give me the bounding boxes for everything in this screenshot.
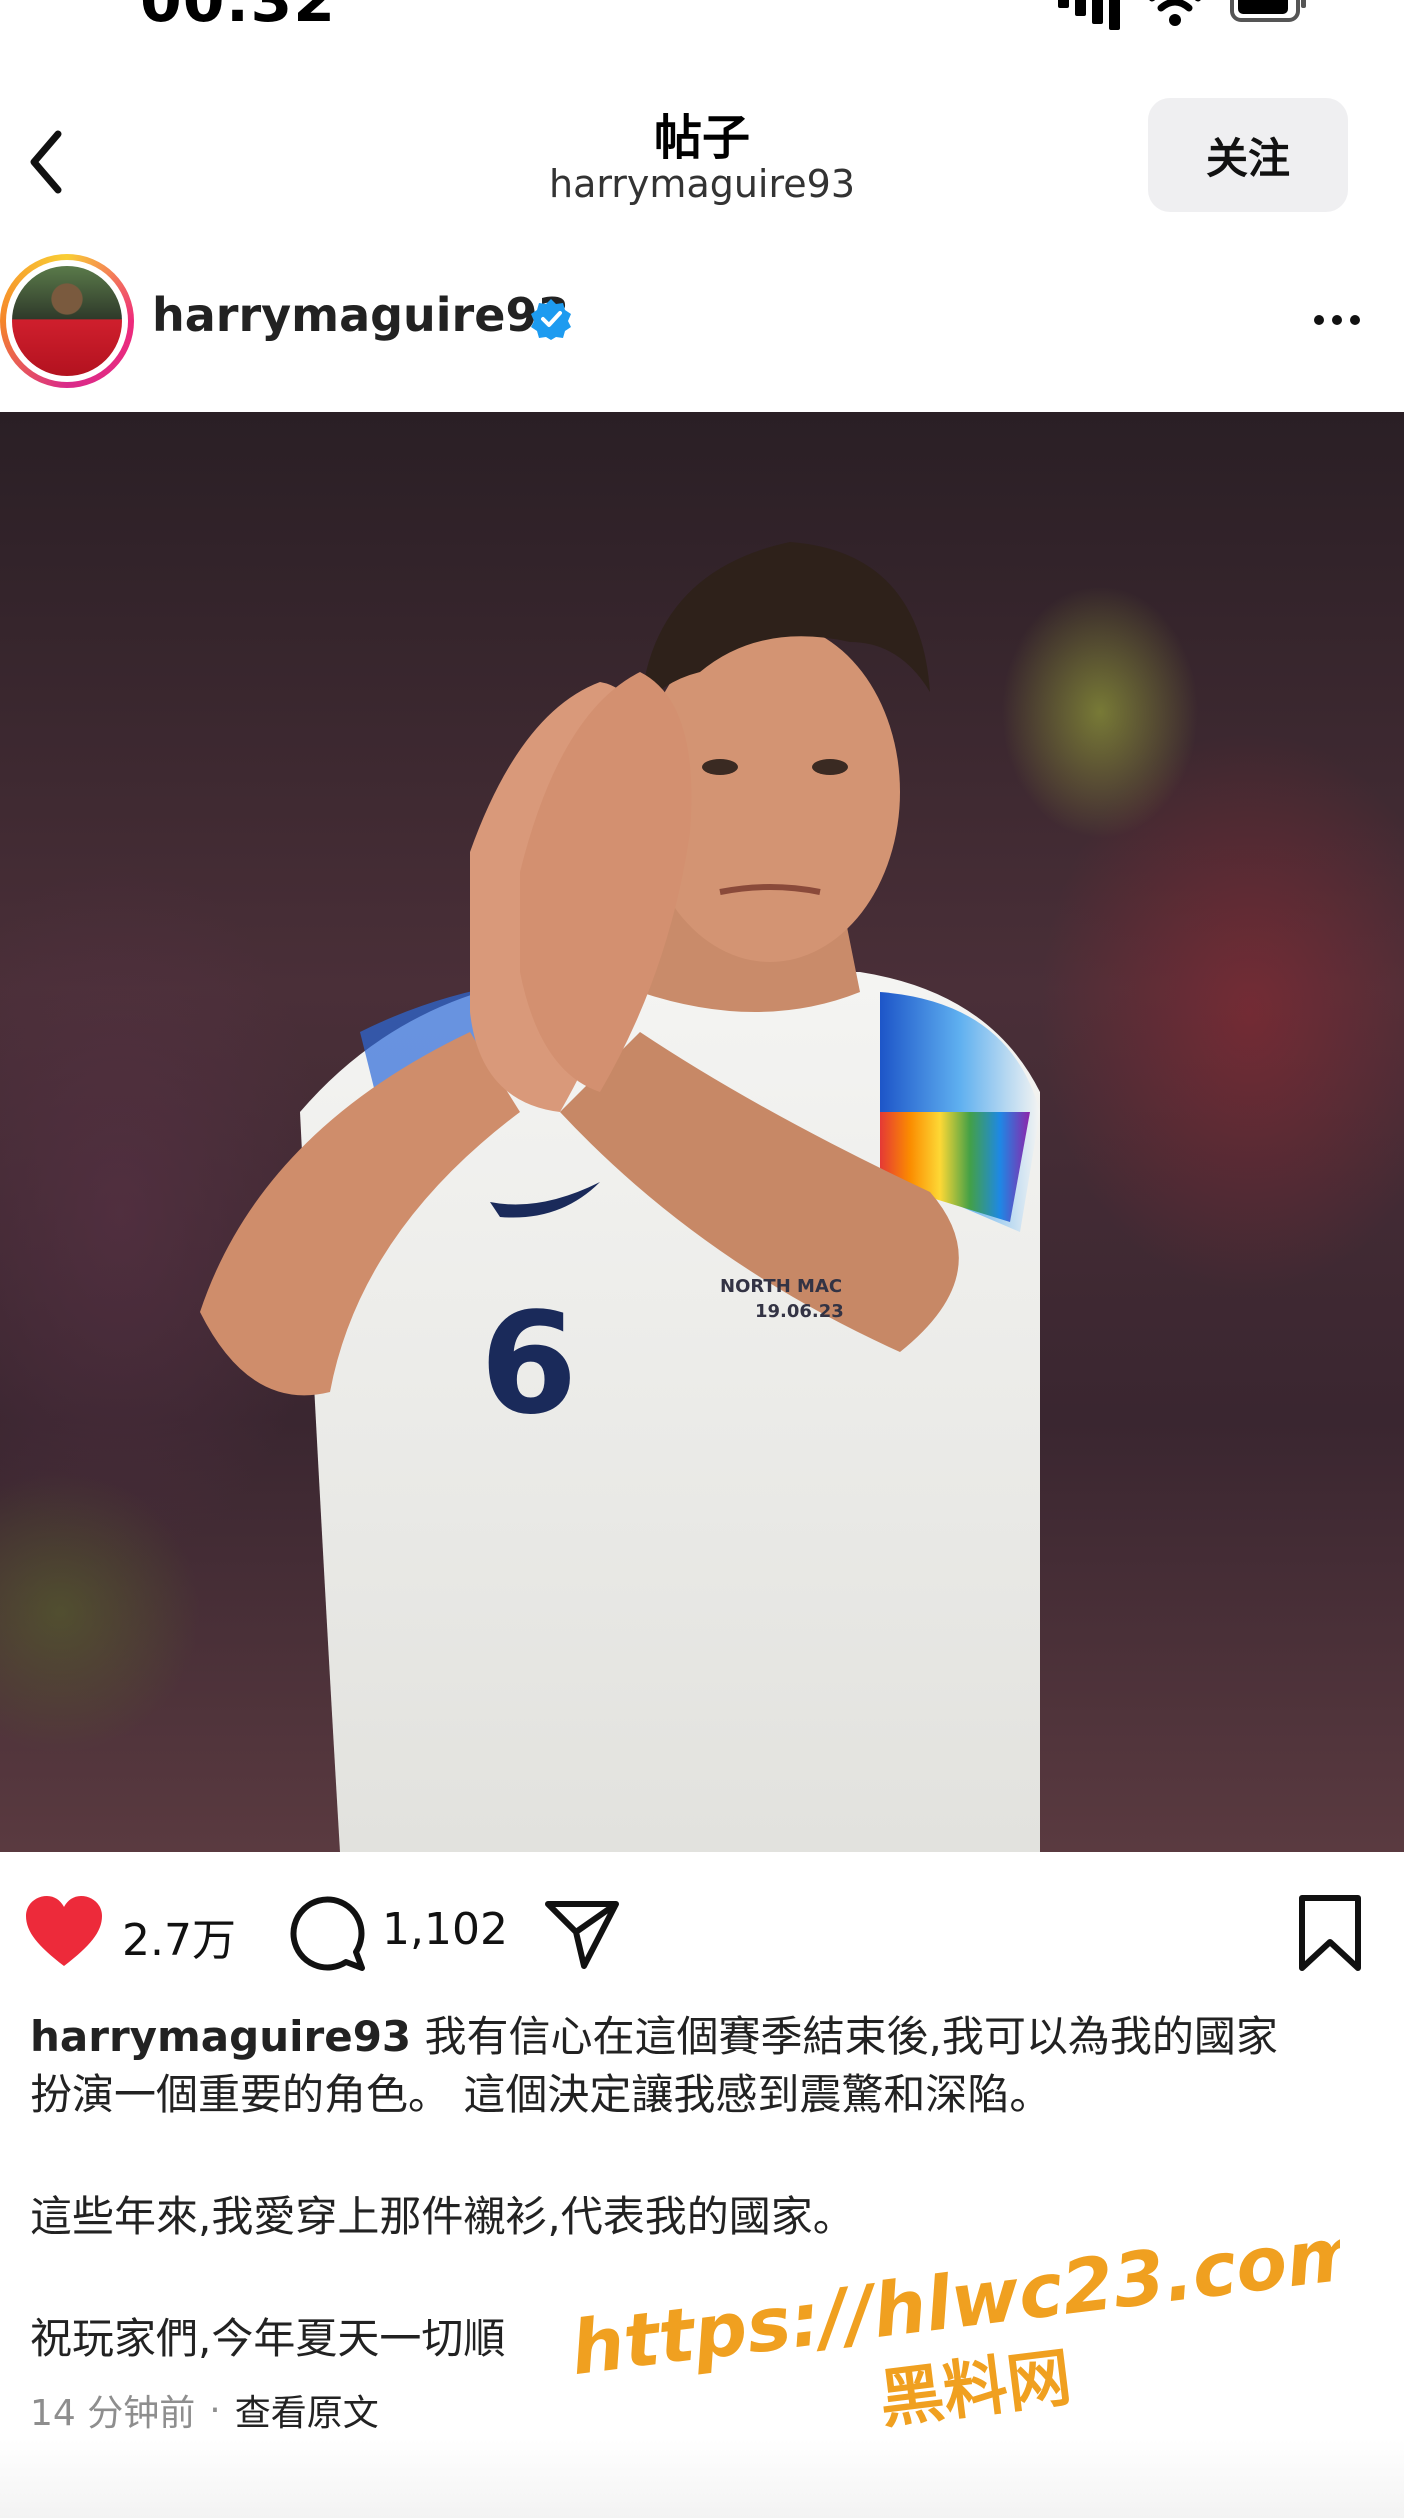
battery-icon (1230, 0, 1308, 30)
post-timestamp: 14 分钟前 (30, 2393, 196, 2434)
post-image[interactable]: 6 NORTH MAC 19.06.23 (0, 412, 1404, 1852)
heart-icon[interactable] (24, 1894, 104, 1970)
comment-count[interactable]: 1,102 (382, 1904, 508, 1955)
player-photo: 6 NORTH MAC 19.06.23 (200, 542, 1040, 1852)
status-icons (1058, 0, 1308, 30)
status-time: 00:32 (140, 0, 336, 36)
post-meta: 14 分钟前 · 查看原文 (30, 2384, 379, 2436)
follow-button[interactable]: 关注 (1148, 98, 1348, 212)
bookmark-icon[interactable] (1296, 1894, 1364, 1972)
comment-bubble-icon[interactable] (288, 1894, 366, 1972)
meta-separator: · (209, 2389, 221, 2431)
see-original-link[interactable]: 查看原文 (235, 2384, 379, 2436)
like-count[interactable]: 2.7万 (122, 1904, 236, 1968)
post-caption: harrymaguire93 我有信心在這個賽季結束後,我可以為我的國家 扮演一… (30, 2008, 1380, 2368)
cellular-signal-icon (1058, 0, 1120, 30)
caption-text-line2: 扮演一個重要的角色。 這個決定讓我感到震驚和深陷。 (30, 2070, 1052, 2119)
avatar (12, 266, 122, 376)
paper-plane-icon[interactable] (544, 1896, 620, 1972)
verified-badge-icon (531, 299, 571, 340)
author-row: harrymaguire93 (0, 248, 1404, 398)
author-username[interactable]: harrymaguire93 (152, 288, 569, 342)
status-bar: 00:32 (0, 0, 1404, 40)
caption-paragraph-2: 這些年來,我愛穿上那件襯衫,代表我的國家。 (30, 2192, 855, 2241)
caption-paragraph-3: 祝玩家們,今年夏天一切順 (30, 2314, 506, 2363)
bottom-edge (0, 2440, 1404, 2518)
caption-text-line1: 我有信心在這個賽季結束後,我可以為我的國家 (411, 2012, 1278, 2061)
jersey-number: 6 (480, 1283, 577, 1446)
caption-username[interactable]: harrymaguire93 (30, 2012, 411, 2061)
action-bar: 2.7万 1,102 (0, 1868, 1404, 1998)
post-header: 帖子 harrymaguire93 关注 (0, 40, 1404, 230)
jersey-date-text: 19.06.23 (755, 1301, 844, 1322)
more-horizontal-icon[interactable] (1314, 308, 1370, 332)
jersey-match-text: NORTH MAC (720, 1276, 842, 1297)
wifi-icon (1148, 0, 1202, 30)
story-ring[interactable] (0, 254, 134, 388)
